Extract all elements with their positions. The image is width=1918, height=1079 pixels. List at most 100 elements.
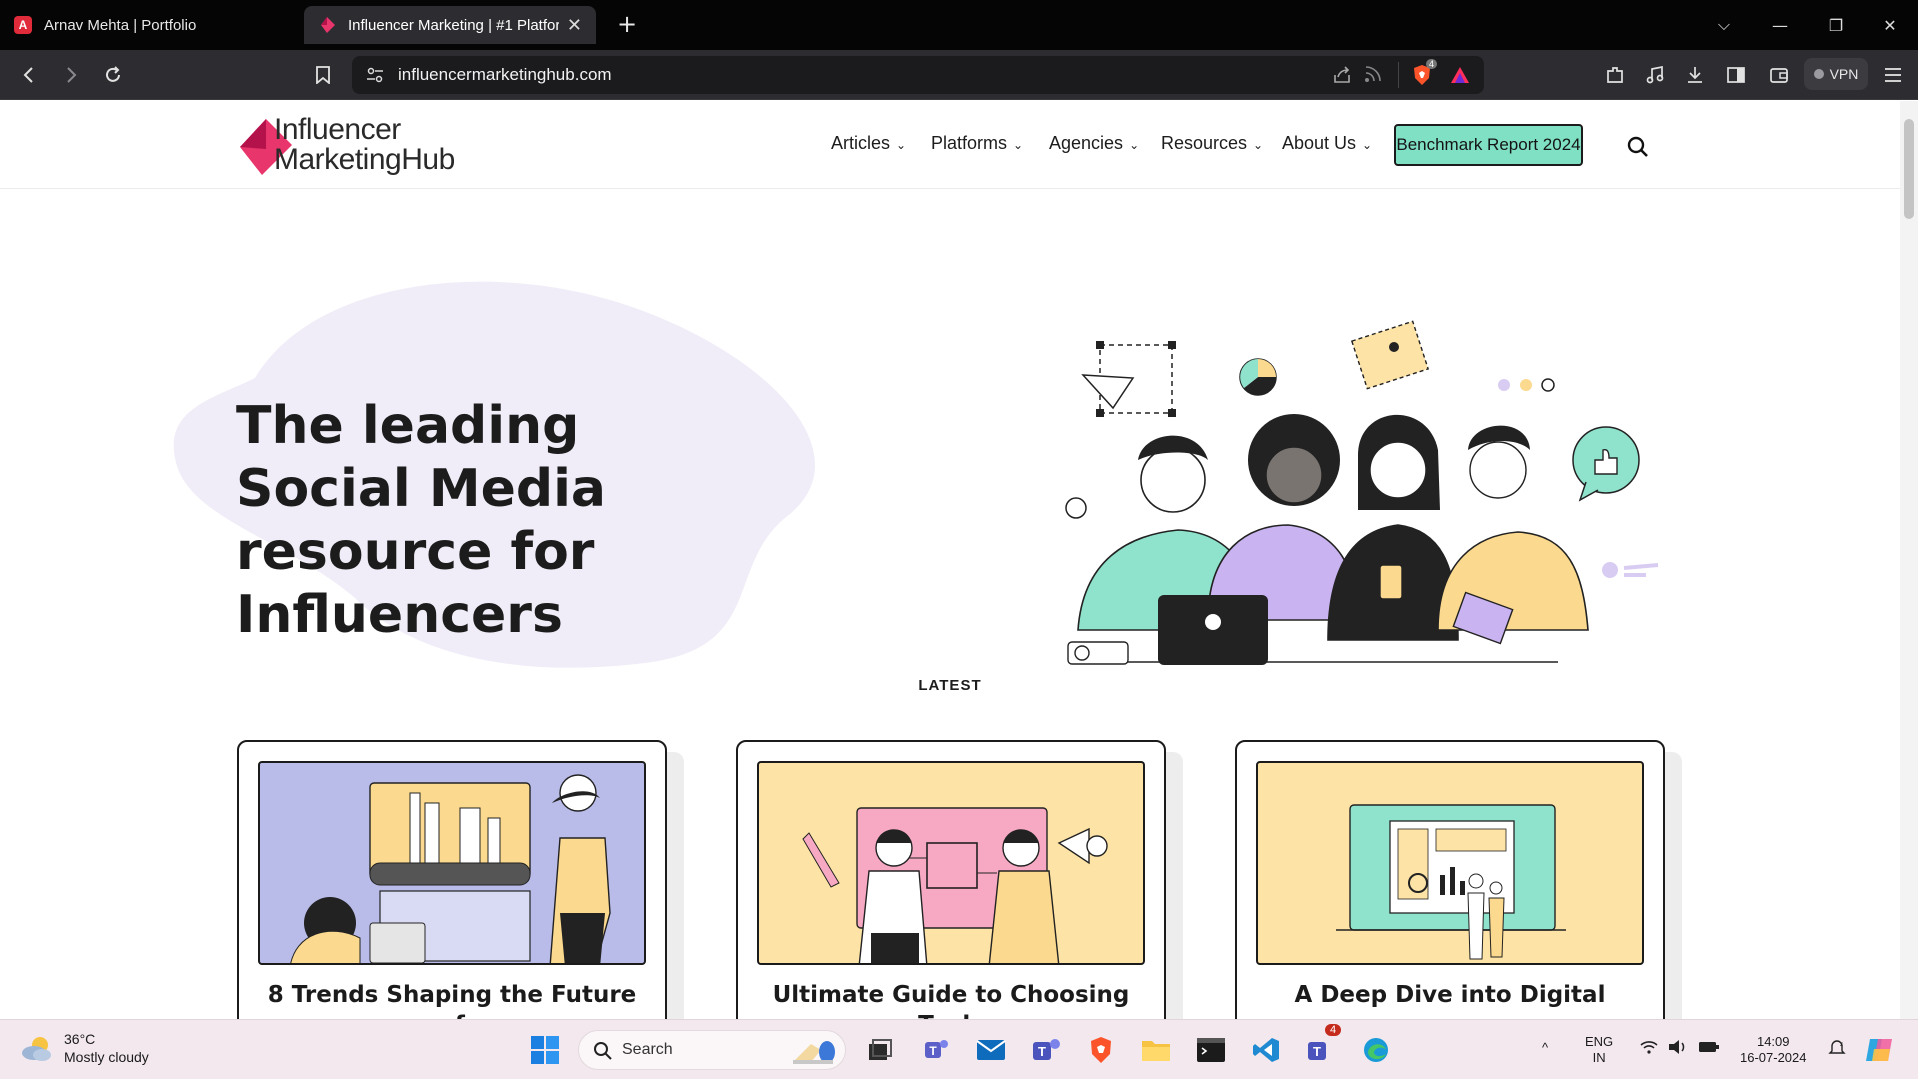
weather-condition: Mostly cloudy: [64, 1049, 149, 1065]
show-hidden-icons-chevron-icon[interactable]: ^: [1542, 1040, 1548, 1056]
vpn-button[interactable]: VPN: [1804, 58, 1868, 90]
chevron-down-icon: ⌄: [1013, 138, 1024, 152]
chevron-down-icon: ⌄: [1362, 138, 1373, 152]
benchmark-report-button[interactable]: Benchmark Report 2024: [1394, 124, 1583, 166]
nav-label: Articles: [831, 133, 891, 153]
page-scrollbar[interactable]: [1900, 101, 1918, 1019]
bookmark-icon[interactable]: [308, 60, 338, 90]
browser-toolbar: influencermarketinghub.com 4 VPN: [0, 50, 1918, 100]
brave-browser-icon[interactable]: [1083, 1032, 1119, 1068]
latest-section-label: LATEST: [918, 677, 982, 694]
nav-resources[interactable]: Resources ⌄: [1161, 133, 1263, 154]
input-language[interactable]: ENG IN: [1585, 1034, 1613, 1066]
close-window-button[interactable]: ✕: [1862, 0, 1918, 50]
vscode-icon[interactable]: [1248, 1032, 1284, 1068]
tab-portfolio[interactable]: A Arnav Mehta | Portfolio: [0, 6, 300, 44]
svg-text:T: T: [929, 1044, 937, 1058]
hero-title: The leading Social Media resource for In…: [236, 396, 606, 645]
site-logo[interactable]: Influencer MarketingHub: [238, 113, 508, 177]
portfolio-favicon: A: [14, 16, 32, 34]
tab-search-chevron-icon[interactable]: ⌵: [1696, 0, 1752, 50]
teams-badge: 4: [1325, 1024, 1342, 1036]
tab-title: Influencer Marketing | #1 Platfor: [348, 16, 559, 34]
taskbar-search[interactable]: Search: [578, 1030, 846, 1070]
menu-icon[interactable]: [1878, 60, 1908, 90]
restore-button[interactable]: ❐: [1808, 0, 1864, 50]
notifications-icon[interactable]: z: [1828, 1038, 1846, 1060]
clock-date: 16-07-2024: [1740, 1050, 1807, 1065]
hero-team-illustration: [1065, 320, 1659, 665]
teams-icon[interactable]: T: [1028, 1032, 1064, 1068]
partly-cloudy-icon: [22, 1037, 51, 1061]
battery-icon[interactable]: [1698, 1040, 1720, 1058]
city-trends-illustration: [290, 774, 611, 963]
search-placeholder: Search: [622, 1041, 673, 1058]
rss-icon[interactable]: [1364, 65, 1382, 87]
region-code: IN: [1592, 1050, 1606, 1065]
weather-widget[interactable]: 36°C Mostly cloudy: [20, 1030, 149, 1066]
copilot-icon[interactable]: [1862, 1032, 1898, 1068]
task-view-icon[interactable]: [862, 1032, 898, 1068]
tab-title: Arnav Mehta | Portfolio: [44, 16, 197, 34]
tools-guide-illustration: [802, 807, 1108, 963]
svg-text:z: z: [1840, 1042, 1843, 1048]
nav-label: About Us: [1282, 133, 1357, 153]
digital-metrics-illustration: [1336, 804, 1566, 960]
new-tab-button[interactable]: +: [612, 10, 642, 40]
teams-new-icon[interactable]: T 4: [1303, 1024, 1342, 1068]
wallet-icon[interactable]: [1764, 60, 1794, 90]
card-thumbnail: [757, 761, 1145, 965]
tab-influencer-marketing[interactable]: Influencer Marketing | #1 Platfor ✕: [304, 6, 596, 44]
sidebar-icon[interactable]: [1721, 60, 1751, 90]
nav-platforms[interactable]: Platforms ⌄: [931, 133, 1023, 154]
chevron-down-icon: ⌄: [1129, 138, 1140, 152]
close-tab-icon[interactable]: ✕: [567, 15, 582, 36]
address-bar[interactable]: influencermarketinghub.com 4: [352, 56, 1484, 94]
share-icon[interactable]: [1332, 65, 1352, 89]
svg-text:T: T: [1038, 1044, 1046, 1059]
browser-tab-strip: A Arnav Mehta | Portfolio Influencer Mar…: [0, 0, 1918, 50]
brave-rewards-icon[interactable]: [1450, 65, 1470, 89]
minimize-button[interactable]: —: [1752, 0, 1808, 50]
edge-icon[interactable]: [1358, 1032, 1394, 1068]
card-title[interactable]: A Deep Dive into Digital: [1257, 980, 1643, 1010]
nav-articles[interactable]: Articles ⌄: [831, 133, 906, 154]
language-code: ENG: [1585, 1034, 1614, 1049]
card-thumbnail: [1256, 761, 1644, 965]
scrollbar-thumb[interactable]: [1904, 119, 1914, 219]
windows-taskbar: 36°C Mostly cloudy Search T T T 4 ^ ENG …: [0, 1019, 1918, 1079]
extensions-icon[interactable]: [1600, 60, 1630, 90]
mail-icon[interactable]: [973, 1032, 1009, 1068]
site-header: Influencer MarketingHub Articles ⌄ Platfo…: [0, 101, 1900, 189]
chevron-down-icon: ⌄: [896, 138, 907, 152]
divider: [1398, 62, 1399, 88]
file-explorer-icon[interactable]: [1138, 1032, 1174, 1068]
download-icon[interactable]: [1680, 60, 1710, 90]
shields-badge: 4: [1426, 59, 1438, 69]
logo-line-2: MarketingHub: [274, 143, 455, 176]
wifi-icon[interactable]: [1640, 1040, 1658, 1058]
search-icon: [594, 1042, 612, 1060]
chevron-down-icon: ⌄: [1253, 138, 1264, 152]
imh-favicon: [318, 16, 336, 34]
brave-shields-icon[interactable]: 4: [1410, 59, 1438, 91]
vpn-label: VPN: [1829, 66, 1859, 82]
search-icon[interactable]: [1627, 136, 1649, 162]
terminal-icon[interactable]: [1193, 1032, 1229, 1068]
nav-agencies[interactable]: Agencies ⌄: [1049, 133, 1139, 154]
nav-label: Agencies: [1049, 133, 1124, 153]
volume-icon[interactable]: [1668, 1039, 1688, 1059]
system-clock[interactable]: 14:09 16-07-2024: [1740, 1034, 1807, 1066]
site-settings-icon[interactable]: [366, 66, 384, 88]
weather-temp: 36°C: [64, 1031, 96, 1047]
teams-chat-icon[interactable]: T: [918, 1032, 954, 1068]
forward-button[interactable]: [56, 60, 86, 90]
svg-text:T: T: [1313, 1044, 1321, 1059]
reload-button[interactable]: [98, 60, 128, 90]
windows-start-icon[interactable]: [527, 1032, 563, 1068]
music-icon[interactable]: [1640, 60, 1670, 90]
nav-about-us[interactable]: About Us ⌄: [1282, 133, 1372, 154]
back-button[interactable]: [14, 60, 44, 90]
logo-line-1: Influencer: [274, 113, 401, 146]
search-highlight-icon: [793, 1041, 835, 1064]
